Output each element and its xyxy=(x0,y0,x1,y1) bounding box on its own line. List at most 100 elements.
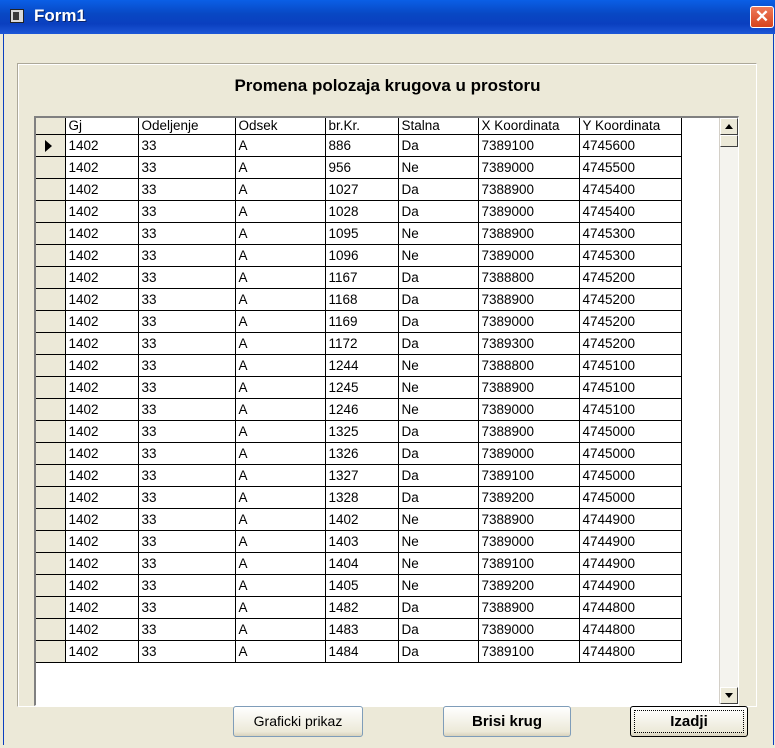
graphic-view-button[interactable]: Graficki prikaz xyxy=(233,706,363,737)
row-selector[interactable] xyxy=(36,288,66,311)
column-header[interactable]: Odsek xyxy=(235,118,326,135)
grid-cell[interactable]: 1246 xyxy=(325,398,399,421)
grid-cell[interactable]: 4745400 xyxy=(579,200,682,223)
row-selector[interactable] xyxy=(36,486,66,509)
row-selector[interactable] xyxy=(36,134,66,157)
grid-cell[interactable]: 33 xyxy=(138,464,236,487)
grid-cell[interactable]: 4745100 xyxy=(579,376,682,399)
grid-cell[interactable]: 1402 xyxy=(65,618,139,641)
grid-cell[interactable]: A xyxy=(235,508,326,531)
table-row[interactable]: 1402 33 A 1484 Da 7389100 4744800 xyxy=(36,640,682,663)
grid-cell[interactable]: 1484 xyxy=(325,640,399,663)
grid-cell[interactable]: 33 xyxy=(138,134,236,157)
row-selector[interactable] xyxy=(36,530,66,553)
grid-cell[interactable]: 33 xyxy=(138,596,236,619)
grid-cell[interactable]: 1402 xyxy=(65,464,139,487)
grid-cell[interactable]: 33 xyxy=(138,222,236,245)
grid-cell[interactable]: Da xyxy=(398,640,479,663)
grid-cell[interactable]: 886 xyxy=(325,134,399,157)
row-selector[interactable] xyxy=(36,640,66,663)
grid-cell[interactable]: A xyxy=(235,376,326,399)
grid-cell[interactable]: A xyxy=(235,200,326,223)
grid-cell[interactable]: 7389200 xyxy=(478,486,580,509)
grid-cell[interactable]: 4745600 xyxy=(579,134,682,157)
grid-cell[interactable]: 1402 xyxy=(65,398,139,421)
row-selector[interactable] xyxy=(36,618,66,641)
grid-cell[interactable]: 4745200 xyxy=(579,332,682,355)
grid-cell[interactable]: 33 xyxy=(138,552,236,575)
grid-cell[interactable]: 1168 xyxy=(325,288,399,311)
grid-cell[interactable]: 33 xyxy=(138,354,236,377)
scroll-thumb[interactable] xyxy=(720,135,738,147)
grid-vertical-scrollbar[interactable] xyxy=(719,118,738,704)
grid-cell[interactable]: A xyxy=(235,156,326,179)
grid-cell[interactable]: 4745000 xyxy=(579,420,682,443)
grid-cell[interactable]: 1402 xyxy=(65,596,139,619)
scroll-down-button[interactable] xyxy=(720,687,738,704)
grid-cell[interactable]: 1404 xyxy=(325,552,399,575)
grid-cell[interactable]: 1402 xyxy=(65,552,139,575)
grid-cell[interactable]: Ne xyxy=(398,376,479,399)
exit-button[interactable]: Izadji xyxy=(630,706,748,737)
grid-cell[interactable]: 1402 xyxy=(65,134,139,157)
grid-cell[interactable]: Da xyxy=(398,178,479,201)
grid-cell[interactable]: 1402 xyxy=(65,640,139,663)
grid-cell[interactable]: 4745200 xyxy=(579,310,682,333)
grid-cell[interactable]: 4745100 xyxy=(579,398,682,421)
table-row[interactable]: 1402 33 A 1172 Da 7389300 4745200 xyxy=(36,332,682,355)
table-row[interactable]: 1402 33 A 1402 Ne 7388900 4744900 xyxy=(36,508,682,531)
grid-cell[interactable]: 33 xyxy=(138,530,236,553)
table-row[interactable]: 1402 33 A 1095 Ne 7388900 4745300 xyxy=(36,222,682,245)
row-selector[interactable] xyxy=(36,442,66,465)
grid-cell[interactable]: A xyxy=(235,178,326,201)
grid-cell[interactable]: 7389000 xyxy=(478,442,580,465)
row-selector[interactable] xyxy=(36,200,66,223)
grid-cell[interactable]: 7389000 xyxy=(478,244,580,267)
grid-cell[interactable]: 33 xyxy=(138,640,236,663)
grid-cell[interactable]: 4744900 xyxy=(579,508,682,531)
grid-cell[interactable]: A xyxy=(235,244,326,267)
grid-cell[interactable]: 1402 xyxy=(65,508,139,531)
grid-cell[interactable]: 1402 xyxy=(65,266,139,289)
grid-cell[interactable]: Da xyxy=(398,288,479,311)
grid-cell[interactable]: 7389100 xyxy=(478,134,580,157)
column-header[interactable]: Gj xyxy=(65,118,139,135)
grid-cell[interactable]: A xyxy=(235,398,326,421)
grid-cell[interactable]: 33 xyxy=(138,398,236,421)
row-selector[interactable] xyxy=(36,354,66,377)
grid-cell[interactable]: Da xyxy=(398,420,479,443)
grid-cell[interactable]: 7389200 xyxy=(478,574,580,597)
table-row[interactable]: 1402 33 A 1096 Ne 7389000 4745300 xyxy=(36,244,682,267)
table-row[interactable]: 1402 33 A 1403 Ne 7389000 4744900 xyxy=(36,530,682,553)
table-row[interactable]: 1402 33 A 1482 Da 7388900 4744800 xyxy=(36,596,682,619)
grid-cell[interactable]: Ne xyxy=(398,530,479,553)
grid-cell[interactable]: 1402 xyxy=(65,376,139,399)
table-row[interactable]: 1402 33 A 1167 Da 7388800 4745200 xyxy=(36,266,682,289)
grid-cell[interactable]: 4744800 xyxy=(579,596,682,619)
grid-cell[interactable]: 1095 xyxy=(325,222,399,245)
grid-cell[interactable]: 4745200 xyxy=(579,288,682,311)
data-grid[interactable]: Gj Odeljenje Odsek br.Kr. Stalna X Koordinata… xyxy=(34,116,739,706)
close-button[interactable]: ✕ xyxy=(750,6,774,28)
grid-cell[interactable]: A xyxy=(235,552,326,575)
grid-cell[interactable]: 4744800 xyxy=(579,640,682,663)
grid-cell[interactable]: 1096 xyxy=(325,244,399,267)
grid-cell[interactable]: 1402 xyxy=(65,442,139,465)
grid-cell[interactable]: 7388900 xyxy=(478,420,580,443)
grid-cell[interactable]: 7388900 xyxy=(478,178,580,201)
column-header[interactable]: Y Koordinata xyxy=(579,118,682,135)
grid-cell[interactable]: 7388900 xyxy=(478,596,580,619)
grid-cell[interactable]: 1325 xyxy=(325,420,399,443)
table-row[interactable]: 1402 33 A 886 Da 7389100 4745600 xyxy=(36,134,682,157)
grid-cell[interactable]: Ne xyxy=(398,156,479,179)
table-row[interactable]: 1402 33 A 1404 Ne 7389100 4744900 xyxy=(36,552,682,575)
grid-cell[interactable]: 33 xyxy=(138,310,236,333)
table-row[interactable]: 1402 33 A 1168 Da 7388900 4745200 xyxy=(36,288,682,311)
row-selector[interactable] xyxy=(36,244,66,267)
grid-cell[interactable]: Da xyxy=(398,200,479,223)
grid-cell[interactable]: A xyxy=(235,486,326,509)
table-row[interactable]: 1402 33 A 1244 Ne 7388800 4745100 xyxy=(36,354,682,377)
row-selector[interactable] xyxy=(36,552,66,575)
grid-cell[interactable]: 1402 xyxy=(65,420,139,443)
grid-cell[interactable]: 1402 xyxy=(65,156,139,179)
